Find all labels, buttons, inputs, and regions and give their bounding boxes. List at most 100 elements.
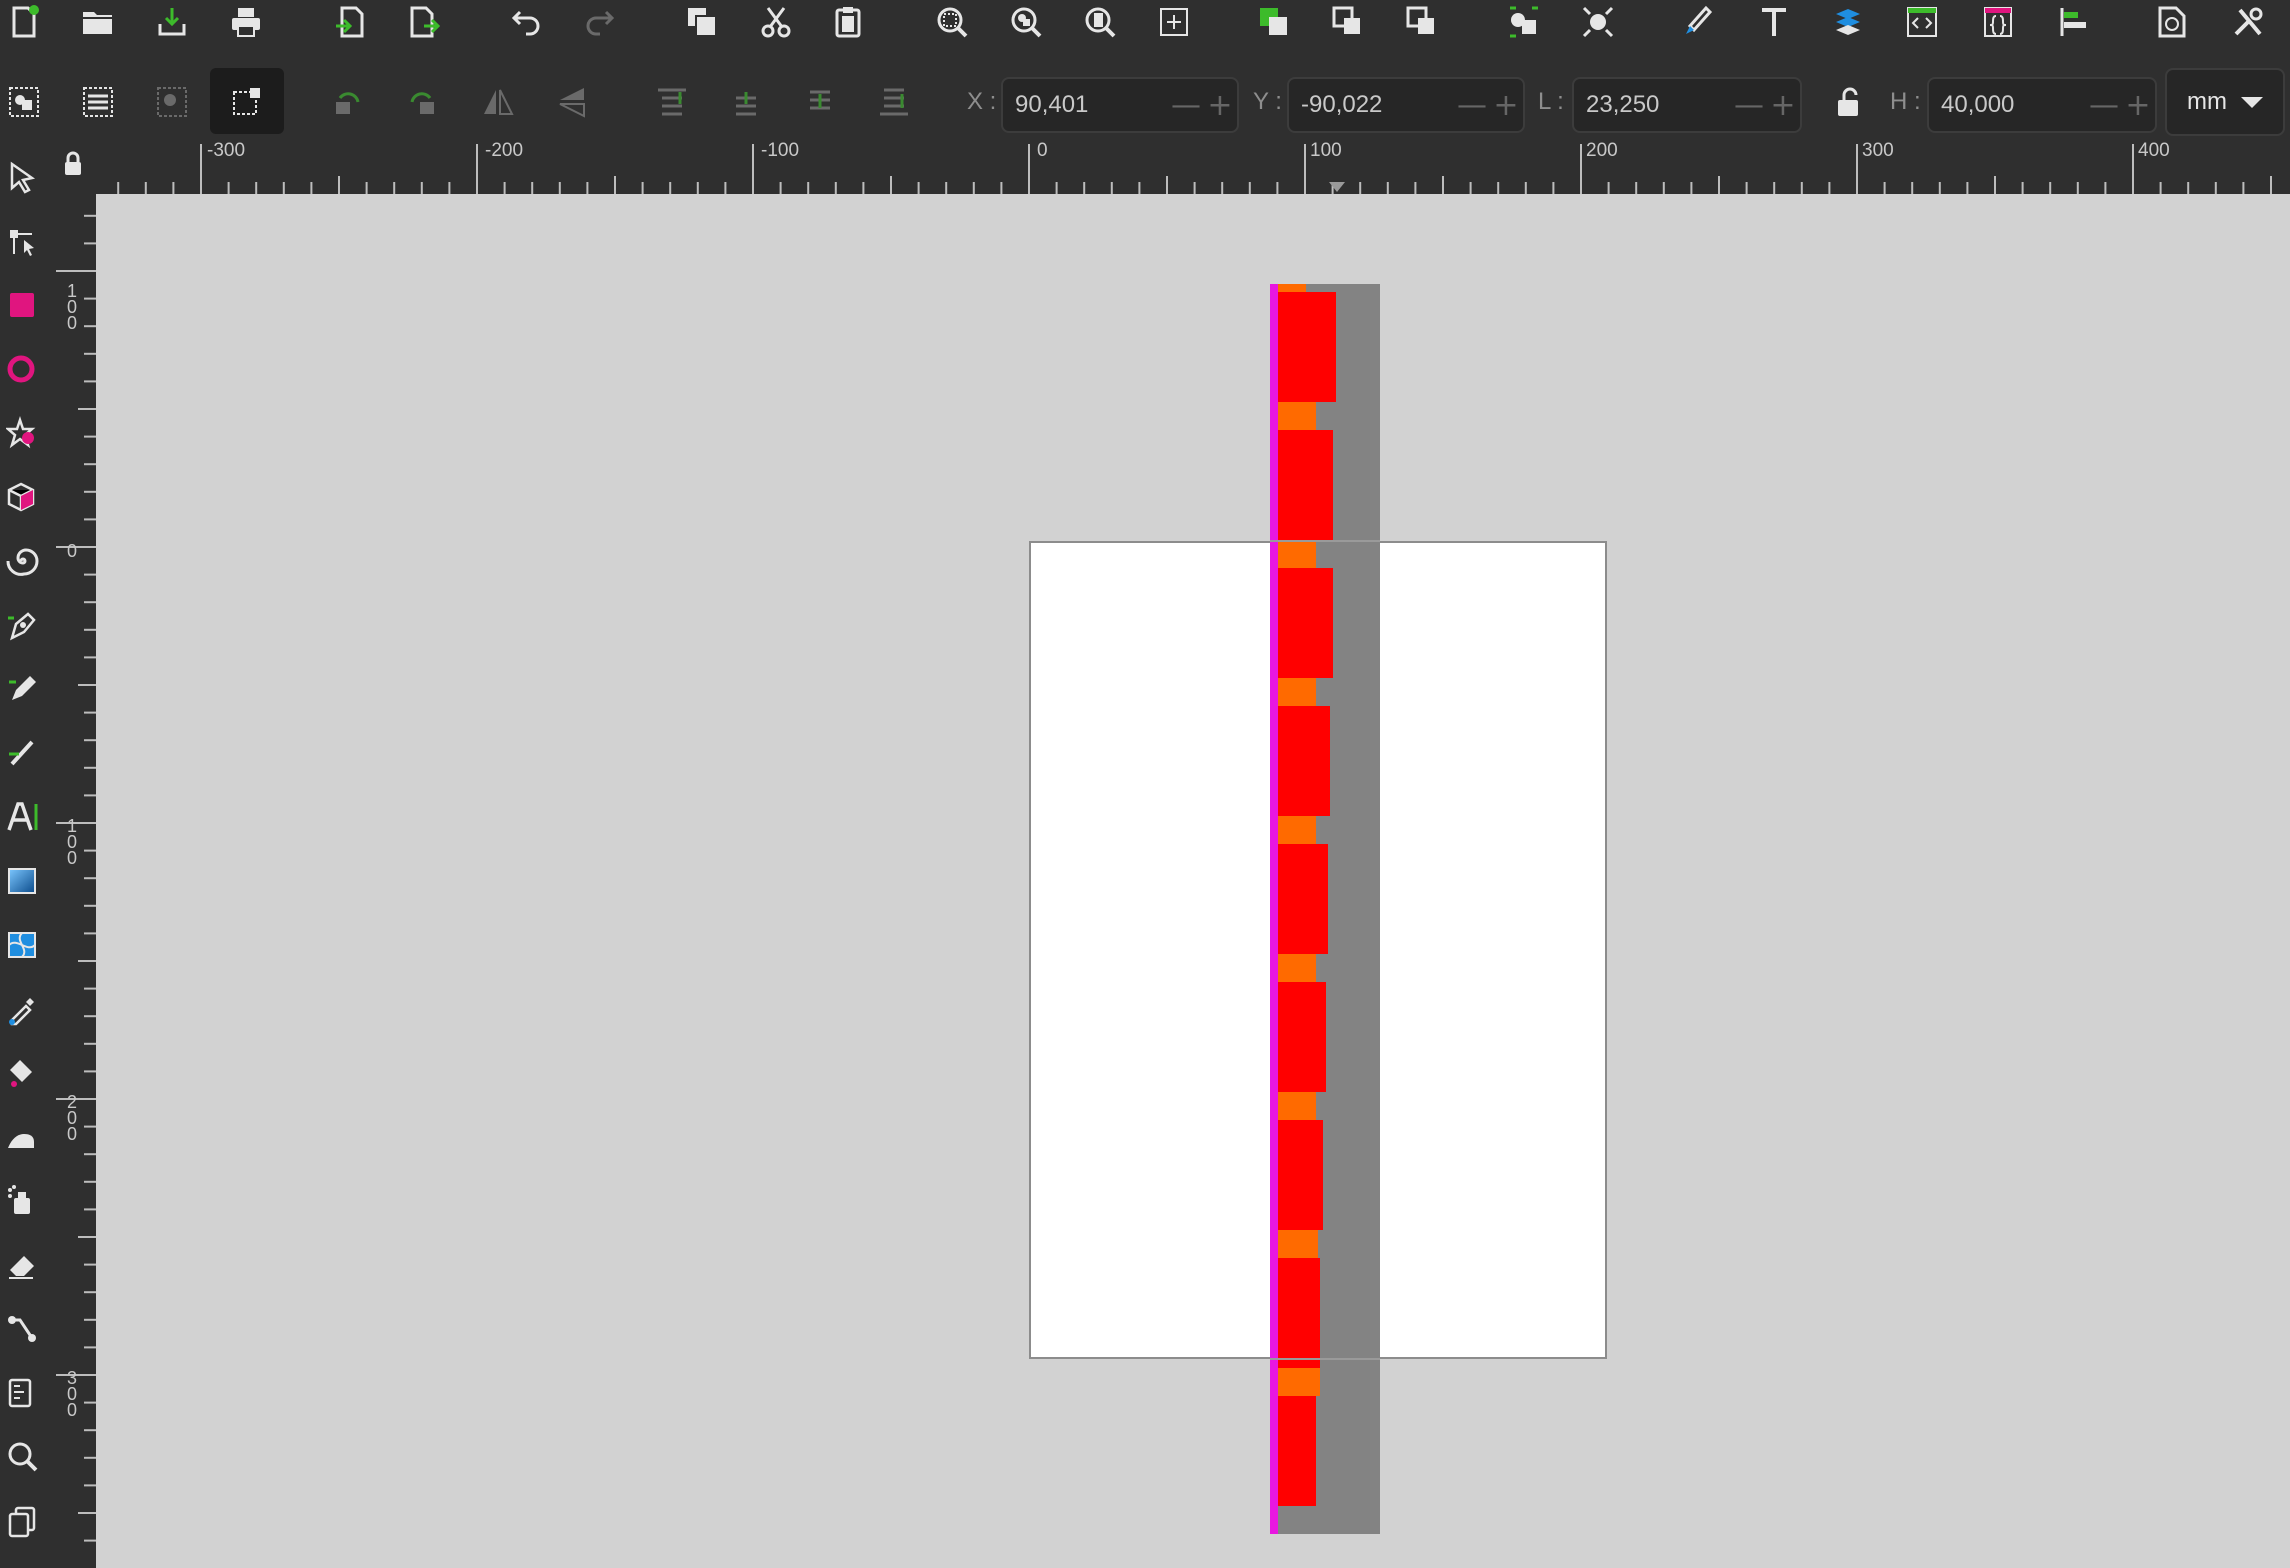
y-decrement[interactable]: — [1455,79,1489,131]
document-properties-icon[interactable] [2150,0,2194,44]
group-icon[interactable] [1252,0,1296,44]
tweak-tool-icon[interactable] [0,1112,46,1162]
undo-icon[interactable] [504,0,548,44]
red-block[interactable] [1276,844,1328,954]
y-increment[interactable]: + [1489,79,1523,131]
redo-icon[interactable] [578,0,622,44]
eraser-tool-icon[interactable] [0,1240,46,1290]
cut-icon[interactable] [754,0,798,44]
dropper-tool-icon[interactable] [0,984,46,1034]
red-block[interactable] [1276,430,1333,540]
import-icon[interactable] [328,0,372,44]
red-block[interactable] [1276,292,1336,402]
text-font-icon[interactable] [1752,0,1796,44]
fill-stroke-icon[interactable] [1676,0,1720,44]
ungroup-icon[interactable] [1326,0,1370,44]
flip-horizontal-icon[interactable] [476,80,520,124]
zoom-drawing-icon[interactable] [1004,0,1048,44]
touch-select-icon[interactable] [224,80,268,124]
magenta-line[interactable] [1270,284,1278,1534]
ruler-lock-corner[interactable] [50,136,96,194]
pen-tool-icon[interactable] [0,600,46,650]
red-block[interactable] [1276,568,1333,678]
print-icon[interactable] [224,0,268,44]
ellipse-tool-icon[interactable] [0,344,46,394]
zoom-page-icon[interactable] [1078,0,1122,44]
orange-block[interactable] [1276,954,1316,982]
lower-to-bottom-icon[interactable] [872,80,916,124]
object-properties-icon[interactable] [1502,0,1546,44]
star-tool-icon[interactable] [0,408,46,458]
spray-tool-icon[interactable] [0,1176,46,1226]
orange-block[interactable] [1276,1230,1318,1258]
ruler-label: 3 0 0 [66,1368,77,1420]
x-increment[interactable]: + [1203,79,1237,131]
duplicate-icon[interactable] [680,0,724,44]
red-block[interactable] [1276,1258,1320,1368]
export-icon[interactable] [402,0,446,44]
pencil-tool-icon[interactable] [0,664,46,714]
node-tool-icon[interactable] [0,216,46,266]
select-all-icon[interactable] [2,80,46,124]
raise-icon[interactable] [724,80,768,124]
paste-icon[interactable] [826,0,870,44]
zoom-1-1-icon[interactable] [1152,0,1196,44]
orange-block[interactable] [1276,678,1316,706]
rectangle-tool-icon[interactable] [0,280,46,330]
orange-block[interactable] [1276,1092,1316,1120]
y-input[interactable] [1289,79,1455,131]
deselect-icon[interactable] [150,80,194,124]
zoom-tool-icon[interactable] [0,1432,46,1482]
rotate-ccw-icon[interactable] [326,80,370,124]
preferences-icon[interactable] [2226,0,2270,44]
lock-objects-icon[interactable] [1400,0,1444,44]
save-icon[interactable] [150,0,194,44]
x-input[interactable] [1003,79,1169,131]
mesh-tool-icon[interactable] [0,920,46,970]
paint-bucket-tool-icon[interactable] [0,1048,46,1098]
connector-tool-icon[interactable] [0,1304,46,1354]
orange-block[interactable] [1276,1368,1320,1396]
raise-to-top-icon[interactable] [650,80,694,124]
measure-tool-icon[interactable] [0,1368,46,1418]
open-folder-icon[interactable] [76,0,120,44]
width-input[interactable] [1574,79,1732,131]
pages-tool-icon[interactable] [0,1496,46,1546]
lower-icon[interactable] [798,80,842,124]
red-block[interactable] [1276,706,1330,816]
spiral-tool-icon[interactable] [0,536,46,586]
xml-editor-icon[interactable] [1900,0,1944,44]
width-increment[interactable]: + [1766,79,1800,131]
x-decrement[interactable]: — [1169,79,1203,131]
text-tool-icon[interactable] [0,792,46,842]
layers-icon[interactable] [1826,0,1870,44]
y-field: — + [1287,77,1525,133]
gradient-tool-icon[interactable] [0,856,46,906]
lock-ratio-icon[interactable] [1826,80,1870,124]
selectors-css-icon[interactable] [1976,0,2020,44]
unit-select[interactable]: mm [2165,68,2285,136]
ruler-label: 0 [66,541,77,561]
red-block[interactable] [1276,1396,1316,1506]
canvas[interactable] [96,194,2290,1568]
red-block[interactable] [1276,1120,1323,1230]
red-block[interactable] [1276,982,1326,1092]
rotate-cw-icon[interactable] [400,80,444,124]
new-document-icon[interactable] [2,0,46,44]
height-decrement[interactable]: — [2087,79,2121,131]
height-increment[interactable]: + [2121,79,2155,131]
ruler-label: 2 0 0 [66,1092,77,1144]
zoom-selection-icon[interactable] [930,0,974,44]
selector-tool-icon[interactable] [0,152,46,202]
flip-vertical-icon[interactable] [550,80,594,124]
box3d-tool-icon[interactable] [0,472,46,522]
calligraphy-tool-icon[interactable] [0,728,46,778]
select-all-layers-icon[interactable] [76,80,120,124]
height-input[interactable] [1929,79,2087,131]
orange-block[interactable] [1276,402,1316,430]
orange-block[interactable] [1276,816,1316,844]
width-decrement[interactable]: — [1732,79,1766,131]
transform-icon[interactable] [1576,0,1620,44]
align-distribute-icon[interactable] [2052,0,2096,44]
orange-block[interactable] [1276,540,1316,568]
